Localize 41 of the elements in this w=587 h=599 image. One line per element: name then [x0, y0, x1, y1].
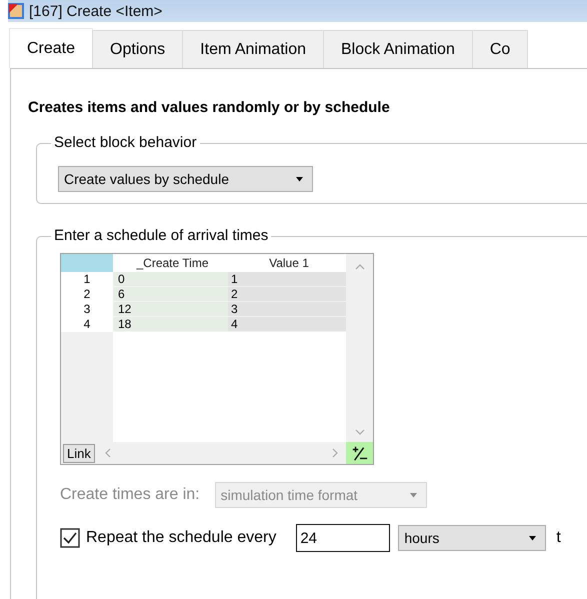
caret-icon [295, 176, 304, 182]
plus-minus-icon [350, 444, 368, 462]
caret-icon [528, 535, 538, 541]
table-cell: 0 [113, 272, 228, 287]
field-label: Create times are in: [60, 486, 200, 504]
row-number: 3 [82, 302, 92, 317]
add-remove-row-button[interactable] [346, 442, 373, 464]
table-cell: 18 [113, 317, 228, 332]
row-number: 4 [82, 317, 92, 332]
tab[interactable]: Create [9, 28, 94, 68]
section-heading: Creates items and values randomly or by schedule [28, 99, 391, 116]
repeat-checkbox[interactable] [60, 528, 80, 548]
table-cell: 2 [228, 287, 346, 302]
scroll-right-icon[interactable] [330, 448, 340, 458]
column-header: Value 1 [268, 255, 310, 272]
scroll-down-icon[interactable] [354, 428, 364, 436]
table-cell: 1 [228, 272, 346, 287]
column-header: _Create Time [135, 255, 210, 272]
caret-icon [408, 492, 418, 498]
scroll-left-icon[interactable] [102, 448, 113, 458]
row-number: 1 [82, 272, 92, 287]
tab[interactable]: Options [92, 30, 184, 68]
row-number: 2 [82, 287, 92, 302]
tab[interactable]: Co [472, 30, 528, 68]
tab[interactable]: Item Animation [182, 30, 324, 68]
header-corner-cell [61, 254, 113, 272]
table-cell: 3 [228, 302, 346, 317]
link-button[interactable]: Link [63, 444, 95, 462]
table-cell: 4 [228, 317, 346, 332]
repeat-interval-field[interactable]: 24 [296, 524, 390, 552]
table-cell: 12 [113, 302, 228, 317]
vertical-scrollbar[interactable] [346, 254, 373, 442]
window-title: [167] Create <Item> [29, 2, 162, 20]
app-icon [8, 3, 24, 19]
checkbox-label: Repeat the schedule every [86, 529, 276, 547]
time-unit-dropdown[interactable]: hours [398, 525, 546, 551]
scroll-up-icon[interactable] [354, 262, 364, 270]
tab[interactable]: Block Animation [323, 30, 473, 68]
trailing-text: t [556, 529, 561, 547]
table-cell: 6 [113, 287, 228, 302]
behavior-dropdown[interactable]: Create values by schedule [58, 166, 313, 192]
